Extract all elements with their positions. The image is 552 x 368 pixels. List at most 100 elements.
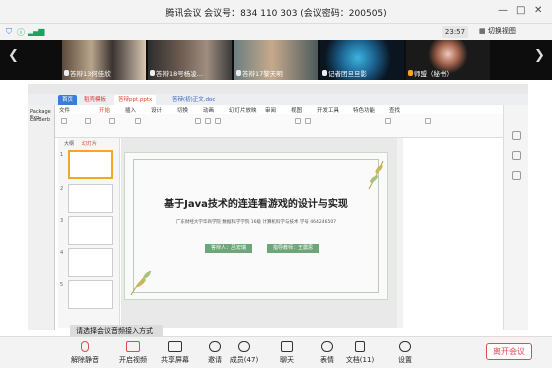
settings-button[interactable]: 设置 (386, 341, 424, 365)
advisor-label: 指导教师：王震思 (267, 244, 320, 253)
slide-thumbnail[interactable] (68, 216, 113, 245)
info-icon: ⓘ (17, 28, 25, 37)
menu-search[interactable]: 查找 (389, 106, 400, 114)
meeting-toolbar: 解除静音 开启视频 共享屏幕 邀请 成员(47) 聊天 表情 文档(11) 设置 (0, 336, 552, 368)
unmute-label: 解除静音 (71, 356, 99, 364)
chevron-right-icon[interactable]: ❯ (534, 48, 545, 63)
paste-icon[interactable] (61, 118, 67, 124)
add-person-icon (209, 341, 221, 352)
menu-home[interactable]: 开始 (99, 106, 110, 114)
document-icon (355, 341, 365, 352)
cut-icon[interactable] (85, 118, 91, 124)
leave-meeting-button[interactable]: 离开会议 (486, 343, 532, 360)
animation-icon[interactable] (512, 151, 521, 160)
signal-icon: ▂▄▆ (28, 27, 45, 36)
mic-icon (408, 70, 413, 76)
menu-design[interactable]: 设计 (151, 106, 162, 114)
start-video-button[interactable]: 开启视频 (114, 341, 152, 365)
slide-frame (133, 159, 379, 293)
participant-name: 记者团旦旦影 (322, 68, 367, 78)
chat-bubble-icon (281, 341, 293, 352)
participant-tile[interactable]: 师盟（秘书） (406, 40, 490, 80)
people-icon (238, 341, 250, 352)
menu-animation[interactable]: 动画 (203, 106, 214, 114)
wps-tab-bar: 首页 稻壳模板 答辩ppt.pptx 答辩(初)正文.doc (28, 94, 528, 105)
maximize-button[interactable]: □ (516, 5, 525, 16)
slide-thumbnail[interactable] (68, 184, 113, 213)
slide-number: 1 (60, 152, 64, 158)
documents-label: 文档(11) (345, 356, 375, 364)
participant-name: 答辩18号杨凌... (150, 68, 203, 78)
participant-name: 师盟（秘书） (408, 68, 453, 78)
presenter-label: 答辩人：吕宏瑞 (205, 244, 253, 253)
status-bar: ⛉ ⓘ ▂▄▆ (0, 24, 552, 40)
slide-thumbnail[interactable] (68, 248, 113, 277)
menu-file[interactable]: 文件 (59, 106, 70, 114)
share-screen-button[interactable]: 共享屏幕 (156, 341, 194, 365)
shape-icon[interactable] (385, 118, 391, 124)
participant-tile[interactable]: 答辩13何佳欣 (62, 40, 146, 80)
align-left-icon[interactable] (295, 118, 301, 124)
tab-slides[interactable]: 幻灯片 (82, 140, 97, 147)
menu-transition[interactable]: 切换 (177, 106, 188, 114)
settings-icon[interactable] (512, 131, 521, 140)
chat-button[interactable]: 聊天 (268, 341, 306, 365)
right-tool-sidebar (503, 105, 528, 330)
italic-icon[interactable] (205, 118, 211, 124)
template-icon[interactable] (512, 171, 521, 180)
menu-review[interactable]: 审阅 (265, 106, 276, 114)
slide-thumbnail[interactable] (68, 280, 113, 309)
participant-name: 答辩17黎天明 (236, 68, 283, 78)
chat-label: 聊天 (280, 356, 294, 364)
current-slide[interactable]: 基于Java技术的连连看游戏的设计与实现 广东财经大学华商学院 数据科学学院 1… (124, 152, 388, 300)
slide-subtitle: 广东财经大学华商学院 数据科学学院 16级 计算机科学与技术 学号 464246… (175, 220, 337, 225)
meeting-timer: 23:57 (442, 26, 468, 38)
leaf-decoration-icon (130, 270, 152, 296)
participant-strip: ❮ 答辩13何佳欣 答辩18号杨凌... 答辩17黎天明 记者团旦旦影 师盟（秘… (0, 40, 552, 80)
tab-doc[interactable]: 答辩(初)正文.doc (168, 95, 219, 105)
arrange-icon[interactable] (425, 118, 431, 124)
share-screen-label: 共享屏幕 (161, 356, 189, 364)
menu-devtools[interactable]: 开发工具 (317, 106, 339, 114)
chevron-left-icon[interactable]: ❮ (8, 48, 19, 63)
minimize-button[interactable]: — (498, 5, 508, 16)
menu-insert[interactable]: 插入 (125, 106, 136, 114)
monitor-icon (168, 341, 182, 352)
switch-view-label: 切换视图 (487, 27, 516, 35)
slide-number: 2 (60, 186, 64, 192)
title-bar: 腾讯会议 会议号：834 110 303 (会议密码：200505) — □ ✕ (0, 0, 552, 24)
new-slide-icon[interactable] (135, 118, 141, 124)
documents-button[interactable]: 文档(11) (341, 341, 379, 365)
window-title: 腾讯会议 会议号：834 110 303 (会议密码：200505) (165, 9, 387, 19)
menu-view[interactable]: 视图 (291, 106, 302, 114)
mic-icon (150, 70, 155, 76)
slide-number: 3 (60, 218, 64, 224)
participant-tile[interactable]: 记者团旦旦影 (320, 40, 404, 80)
slide-title: 基于Java技术的连连看游戏的设计与实现 (164, 199, 348, 210)
members-button[interactable]: 成员(47) (225, 341, 263, 365)
tab-ppt[interactable]: 答辩ppt.pptx (114, 95, 157, 105)
tab-docer[interactable]: 稻壳模板 (80, 95, 110, 105)
align-center-icon[interactable] (305, 118, 311, 124)
slide-thumbnail[interactable] (68, 150, 113, 179)
underline-icon[interactable] (215, 118, 221, 124)
gear-icon (399, 341, 411, 352)
switch-view-button[interactable]: ▦ 切换视图 (479, 25, 516, 38)
format-painter-icon[interactable] (109, 118, 115, 124)
slide-panel: 大纲 幻灯片 1 2 3 4 5 (58, 138, 120, 328)
close-button[interactable]: ✕ (534, 5, 542, 16)
tab-outline[interactable]: 大纲 (64, 140, 74, 147)
project-label: EarBerb (30, 117, 51, 123)
smiley-icon (321, 341, 333, 352)
mic-icon (64, 70, 69, 76)
bold-icon[interactable] (195, 118, 201, 124)
menu-slideshow[interactable]: 幻灯片放映 (229, 106, 257, 114)
menu-features[interactable]: 特色功能 (353, 106, 375, 114)
unmute-button[interactable]: 解除静音 (66, 341, 104, 365)
camera-off-icon (126, 341, 140, 352)
shield-icon: ⛉ (6, 27, 12, 36)
participant-tile[interactable]: 答辩17黎天明 (234, 40, 318, 80)
wps-menu-bar: 文件 开始 插入 设计 切换 动画 幻灯片放映 审阅 视图 开发工具 特色功能 … (55, 105, 528, 114)
tab-home[interactable]: 首页 (58, 95, 78, 105)
participant-tile[interactable]: 答辩18号杨凌... (148, 40, 232, 80)
